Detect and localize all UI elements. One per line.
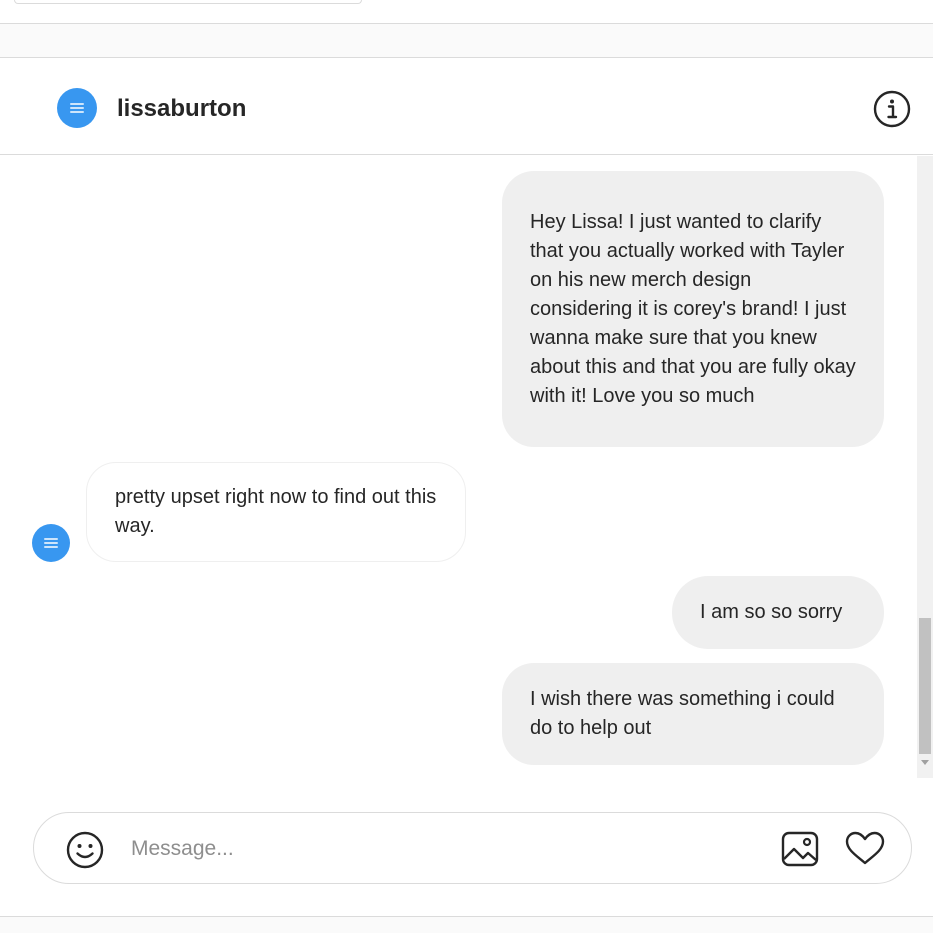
dm-panel: lissaburton Hey Lissa! I just wanted to …: [0, 57, 933, 917]
info-icon: [873, 90, 911, 128]
message-bubble-outgoing: I wish there was something i could do to…: [502, 663, 884, 765]
message-thread: Hey Lissa! I just wanted to clarify that…: [0, 156, 917, 776]
image-icon: [781, 831, 819, 867]
message-bubble-outgoing: I am so so sorry: [672, 576, 884, 649]
like-button[interactable]: [844, 828, 886, 870]
top-bar: [0, 0, 933, 24]
thread-scrollbar[interactable]: [917, 156, 933, 778]
scroll-down-arrow-icon[interactable]: [921, 760, 929, 765]
message-bubble-outgoing: Hey Lissa! I just wanted to clarify that…: [502, 171, 884, 447]
bottom-bar: [0, 918, 933, 933]
search-box[interactable]: [14, 0, 362, 4]
message-input[interactable]: [131, 831, 751, 867]
avatar[interactable]: [32, 524, 70, 562]
send-image-button[interactable]: [779, 828, 821, 870]
conversation-header: lissaburton: [0, 58, 933, 155]
message-bubble-incoming: pretty upset right now to find out this …: [86, 462, 466, 562]
info-button[interactable]: [872, 89, 912, 129]
avatar[interactable]: [57, 88, 97, 128]
emoji-icon: [66, 831, 104, 869]
conversation-username[interactable]: lissaburton: [117, 95, 246, 123]
heart-icon: [845, 831, 885, 865]
emoji-button[interactable]: [65, 830, 105, 870]
scrollbar-thumb[interactable]: [919, 618, 931, 754]
message-composer: [33, 812, 912, 884]
